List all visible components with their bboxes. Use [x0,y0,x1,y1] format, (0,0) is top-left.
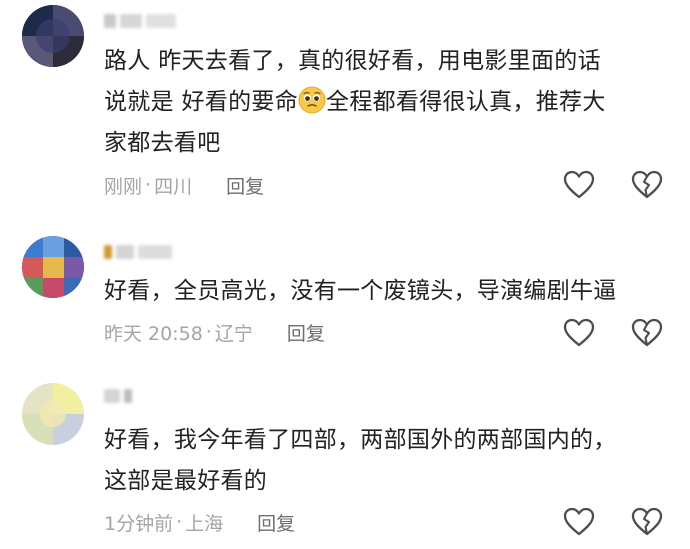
broken-heart-outline-icon[interactable] [631,507,663,537]
username[interactable] [104,385,132,407]
avatar[interactable] [22,236,84,298]
username[interactable] [104,10,176,32]
comment-time: 昨天 20:58 [104,322,203,345]
reply-button[interactable]: 回复 [226,172,264,199]
comment-time: 1分钟前 [104,512,174,535]
heart-outline-icon[interactable] [563,170,595,200]
reply-button[interactable]: 回复 [287,319,325,346]
comment-text: 路人 昨天去看了，真的很好看，用电影里面的话 说就是 好看的要命 全程都看得很认真… [104,41,674,164]
comment-text-line: 说就是 好看的要命 [104,89,299,115]
comment-meta: 刚刚 · 四川 回复 [104,172,264,198]
comment-text: 好看，全员高光，没有一个废镜头，导演编剧牛逼 [104,271,674,312]
avatar[interactable] [22,5,84,67]
comment-location: 四川 [154,175,193,198]
comment-time: 刚刚 [104,175,143,198]
heart-outline-icon[interactable] [563,318,595,348]
comment-location: 上海 [185,512,224,535]
avatar[interactable] [22,383,84,445]
comment-text-line: 路人 昨天去看了，真的很好看，用电影里面的话 [104,48,601,74]
broken-heart-outline-icon[interactable] [631,170,663,200]
comment-location: 辽宁 [214,322,253,345]
comment-meta: 1分钟前 · 上海 回复 [104,509,295,535]
comment-text-line: 家都去看吧 [104,130,221,156]
meta-separator: · [205,321,212,343]
username[interactable] [104,241,172,263]
broken-heart-outline-icon[interactable] [631,318,663,348]
comment-meta: 昨天 20:58 · 辽宁 回复 [104,319,325,345]
comment-text-line: 全程都看得很认真，推荐大 [326,89,606,115]
comment-text-line: 好看，全员高光，没有一个废镜头，导演编剧牛逼 [104,278,617,304]
comment-text: 好看，我今年看了四部，两部国外的两部国内的， 这部是最好看的 [104,420,674,502]
comment-text-line: 好看，我今年看了四部，两部国外的两部国内的， [104,427,617,453]
pleading-face-emoji-icon [298,86,326,114]
meta-separator: · [145,174,152,196]
meta-separator: · [176,511,183,533]
comment-text-line: 这部是最好看的 [104,468,268,494]
heart-outline-icon[interactable] [563,507,595,537]
reply-button[interactable]: 回复 [257,509,295,536]
